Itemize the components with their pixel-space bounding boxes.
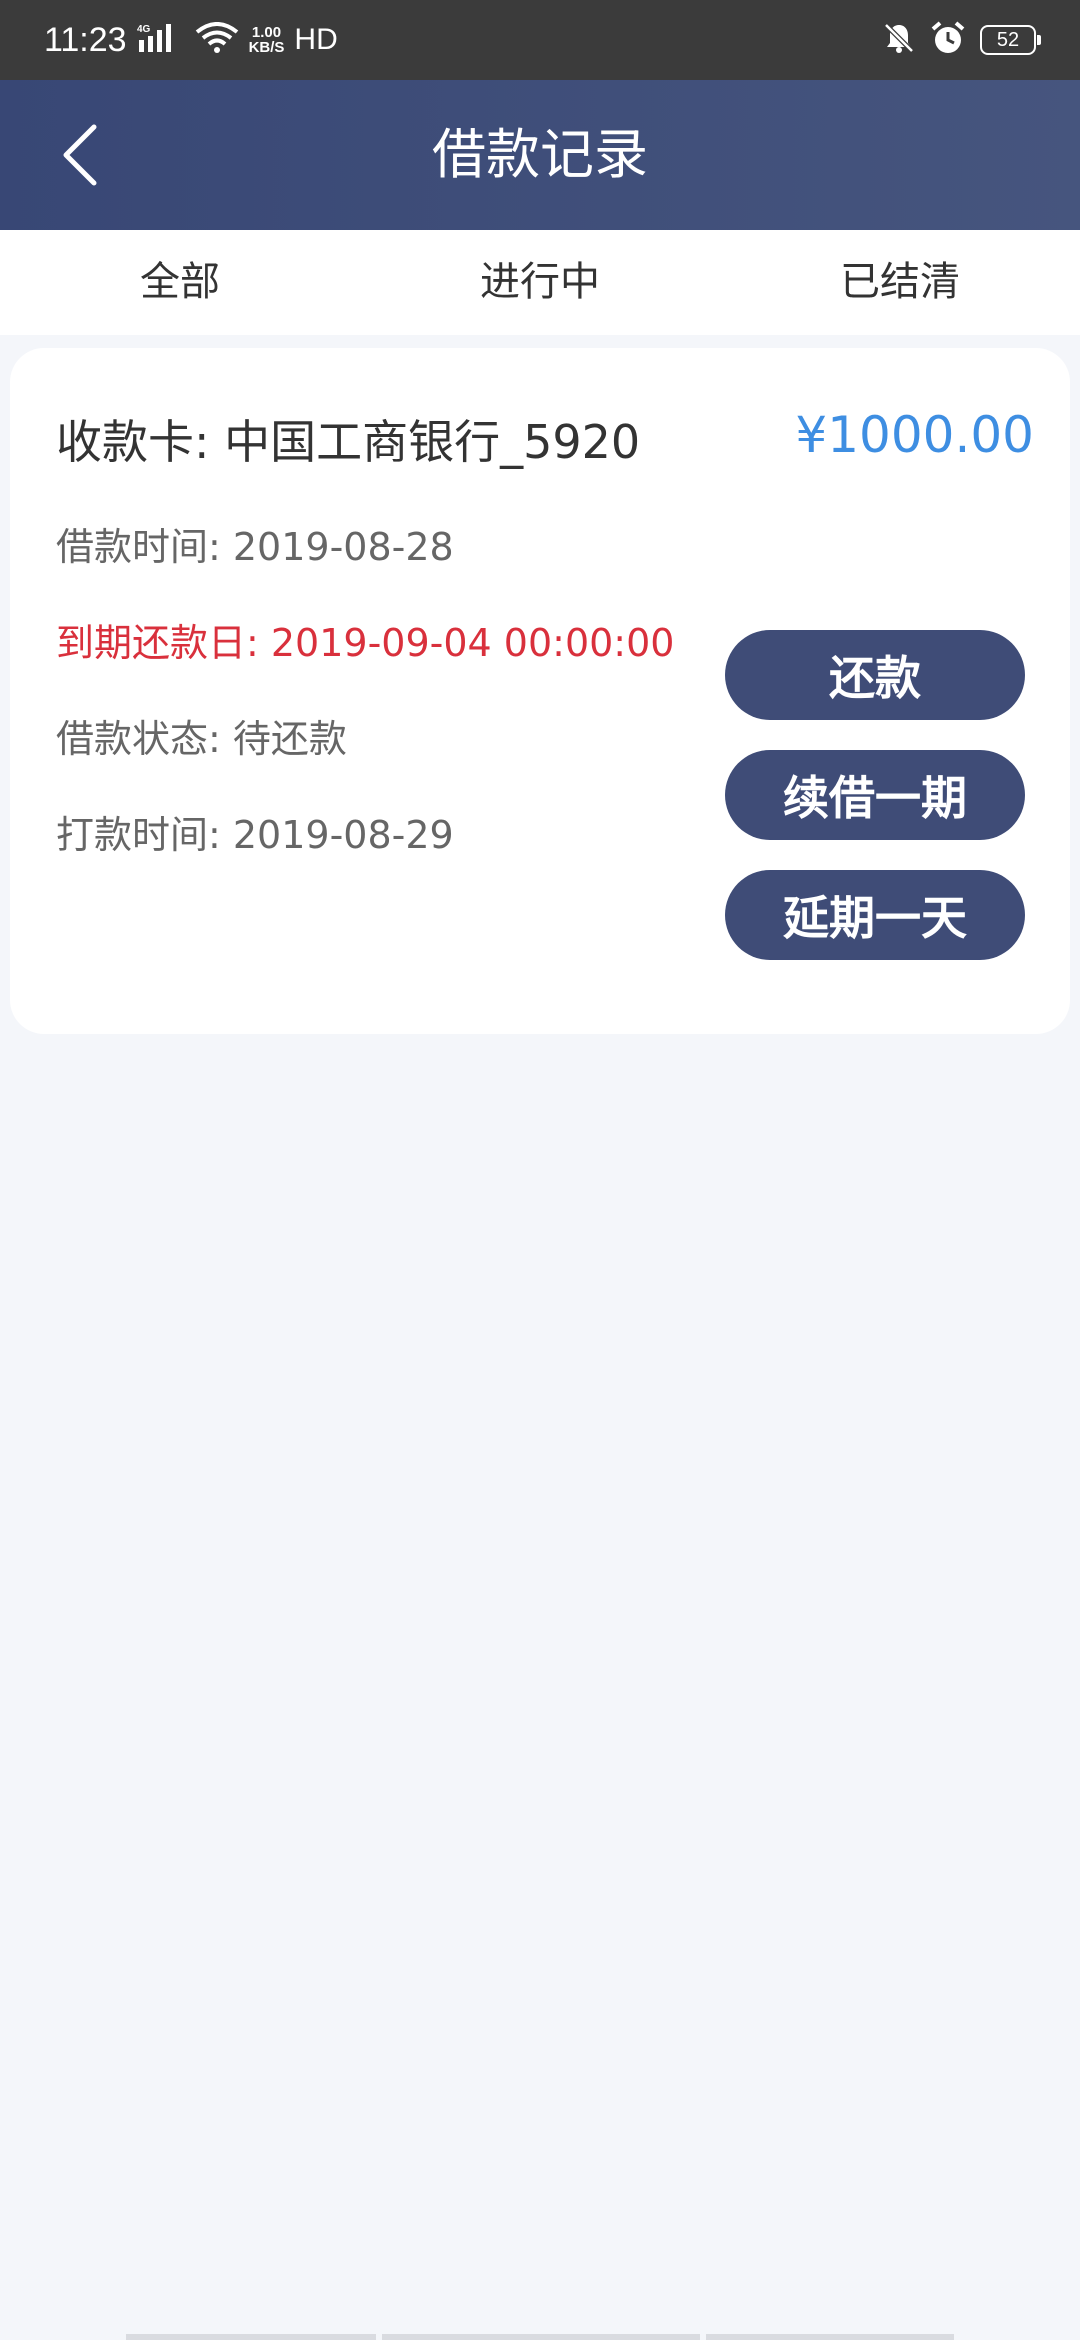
page-title: 借款记录 [432, 123, 648, 186]
network-speed: 1.00 KB/S [249, 25, 285, 55]
svg-text:4G: 4G [137, 24, 151, 35]
due-date: 到期还款日: 2019-09-04 00:00:00 [56, 621, 675, 665]
renew-button[interactable]: 续借一期 [725, 750, 1025, 840]
transfer-time: 打款时间: 2019-08-29 [56, 813, 454, 857]
signal-icon: 4G [137, 22, 185, 58]
tab-bar: 全部 进行中 已结清 [0, 230, 1080, 335]
receiving-card-label: 收款卡: 中国工商银行_5920 [56, 415, 641, 469]
repay-button[interactable]: 还款 [725, 630, 1025, 720]
status-time: 11:23 [44, 20, 127, 59]
loan-time: 借款时间: 2019-08-28 [56, 525, 454, 569]
loan-record-card: 收款卡: 中国工商银行_5920 ¥1000.00 借款时间: 2019-08-… [10, 348, 1070, 1034]
alarm-icon [930, 20, 966, 60]
tab-settled[interactable]: 已结清 [720, 230, 1080, 335]
wifi-icon [195, 22, 239, 58]
tab-in-progress[interactable]: 进行中 [360, 230, 720, 335]
status-right: 52 [882, 0, 1041, 80]
status-left: 11:23 4G 1.00 KB/S HD [44, 0, 338, 80]
gesture-bar-left [126, 2334, 376, 2340]
loan-amount: ¥1000.00 [795, 406, 1034, 464]
gesture-bar-right [706, 2334, 954, 2340]
header-bar: 借款记录 [0, 80, 1080, 230]
extend-button[interactable]: 延期一天 [725, 870, 1025, 960]
loan-status: 借款状态: 待还款 [56, 717, 347, 761]
mute-icon [882, 21, 916, 59]
speed-unit: KB/S [248, 39, 285, 56]
gesture-bar-center [382, 2334, 700, 2340]
status-bar: 11:23 4G 1.00 KB/S HD 52 [0, 0, 1080, 80]
tab-all[interactable]: 全部 [0, 230, 360, 335]
hd-indicator: HD [294, 23, 338, 56]
battery-icon: 52 [980, 25, 1041, 55]
